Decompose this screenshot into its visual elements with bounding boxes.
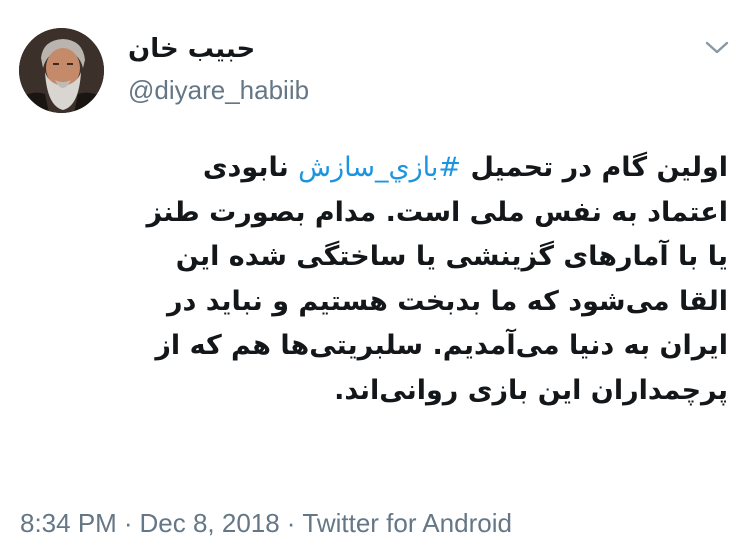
author-avatar[interactable] <box>19 28 104 113</box>
tweet-metadata: 8:34 PM · Dec 8, 2018 · Twitter for Android <box>20 506 512 540</box>
tweet-text-line: القا می‌شود که ما بدبخت هستیم و نباید در <box>166 285 728 317</box>
text-segment: اولین گام در تحمیل <box>461 152 728 183</box>
author-display-name[interactable]: حبیب خان <box>128 32 255 66</box>
tweet-text-line: یا با آمارهای گزینشی یا ساختگی شده این <box>175 241 728 272</box>
text-segment: نابودی <box>202 152 299 183</box>
tweet-text-line: اولین گام در تحمیل #بازي_سازش نابودی <box>18 146 728 191</box>
chevron-down-icon <box>705 41 729 54</box>
tweet-card: حبیب خان @diyare_habiib اولین گام در تحم… <box>0 0 750 556</box>
tweet-source-link[interactable]: Twitter for Android <box>302 508 512 538</box>
hashtag-link[interactable]: #بازي_سازش <box>298 152 461 183</box>
tweet-menu-button[interactable] <box>702 36 732 60</box>
tweet-time[interactable]: 8:34 PM <box>20 508 117 538</box>
author-handle[interactable]: @diyare_habiib <box>128 73 309 107</box>
separator: · <box>123 508 133 538</box>
tweet-text-line: ایران به دنیا می‌آمدیم. سلبریتی‌ها هم که… <box>155 330 728 361</box>
tweet-text-line: پرچمداران این بازی روانی‌اند. <box>334 374 728 406</box>
separator: · <box>286 508 296 538</box>
tweet-text-line: اعتماد به نفس ملی است. مدام بصورت طنز <box>146 196 728 228</box>
tweet-text: اولین گام در تحمیل #بازي_سازش نابودی اعت… <box>18 146 728 413</box>
bearded-man-avatar-icon <box>19 28 104 113</box>
tweet-date[interactable]: Dec 8, 2018 <box>140 508 280 538</box>
